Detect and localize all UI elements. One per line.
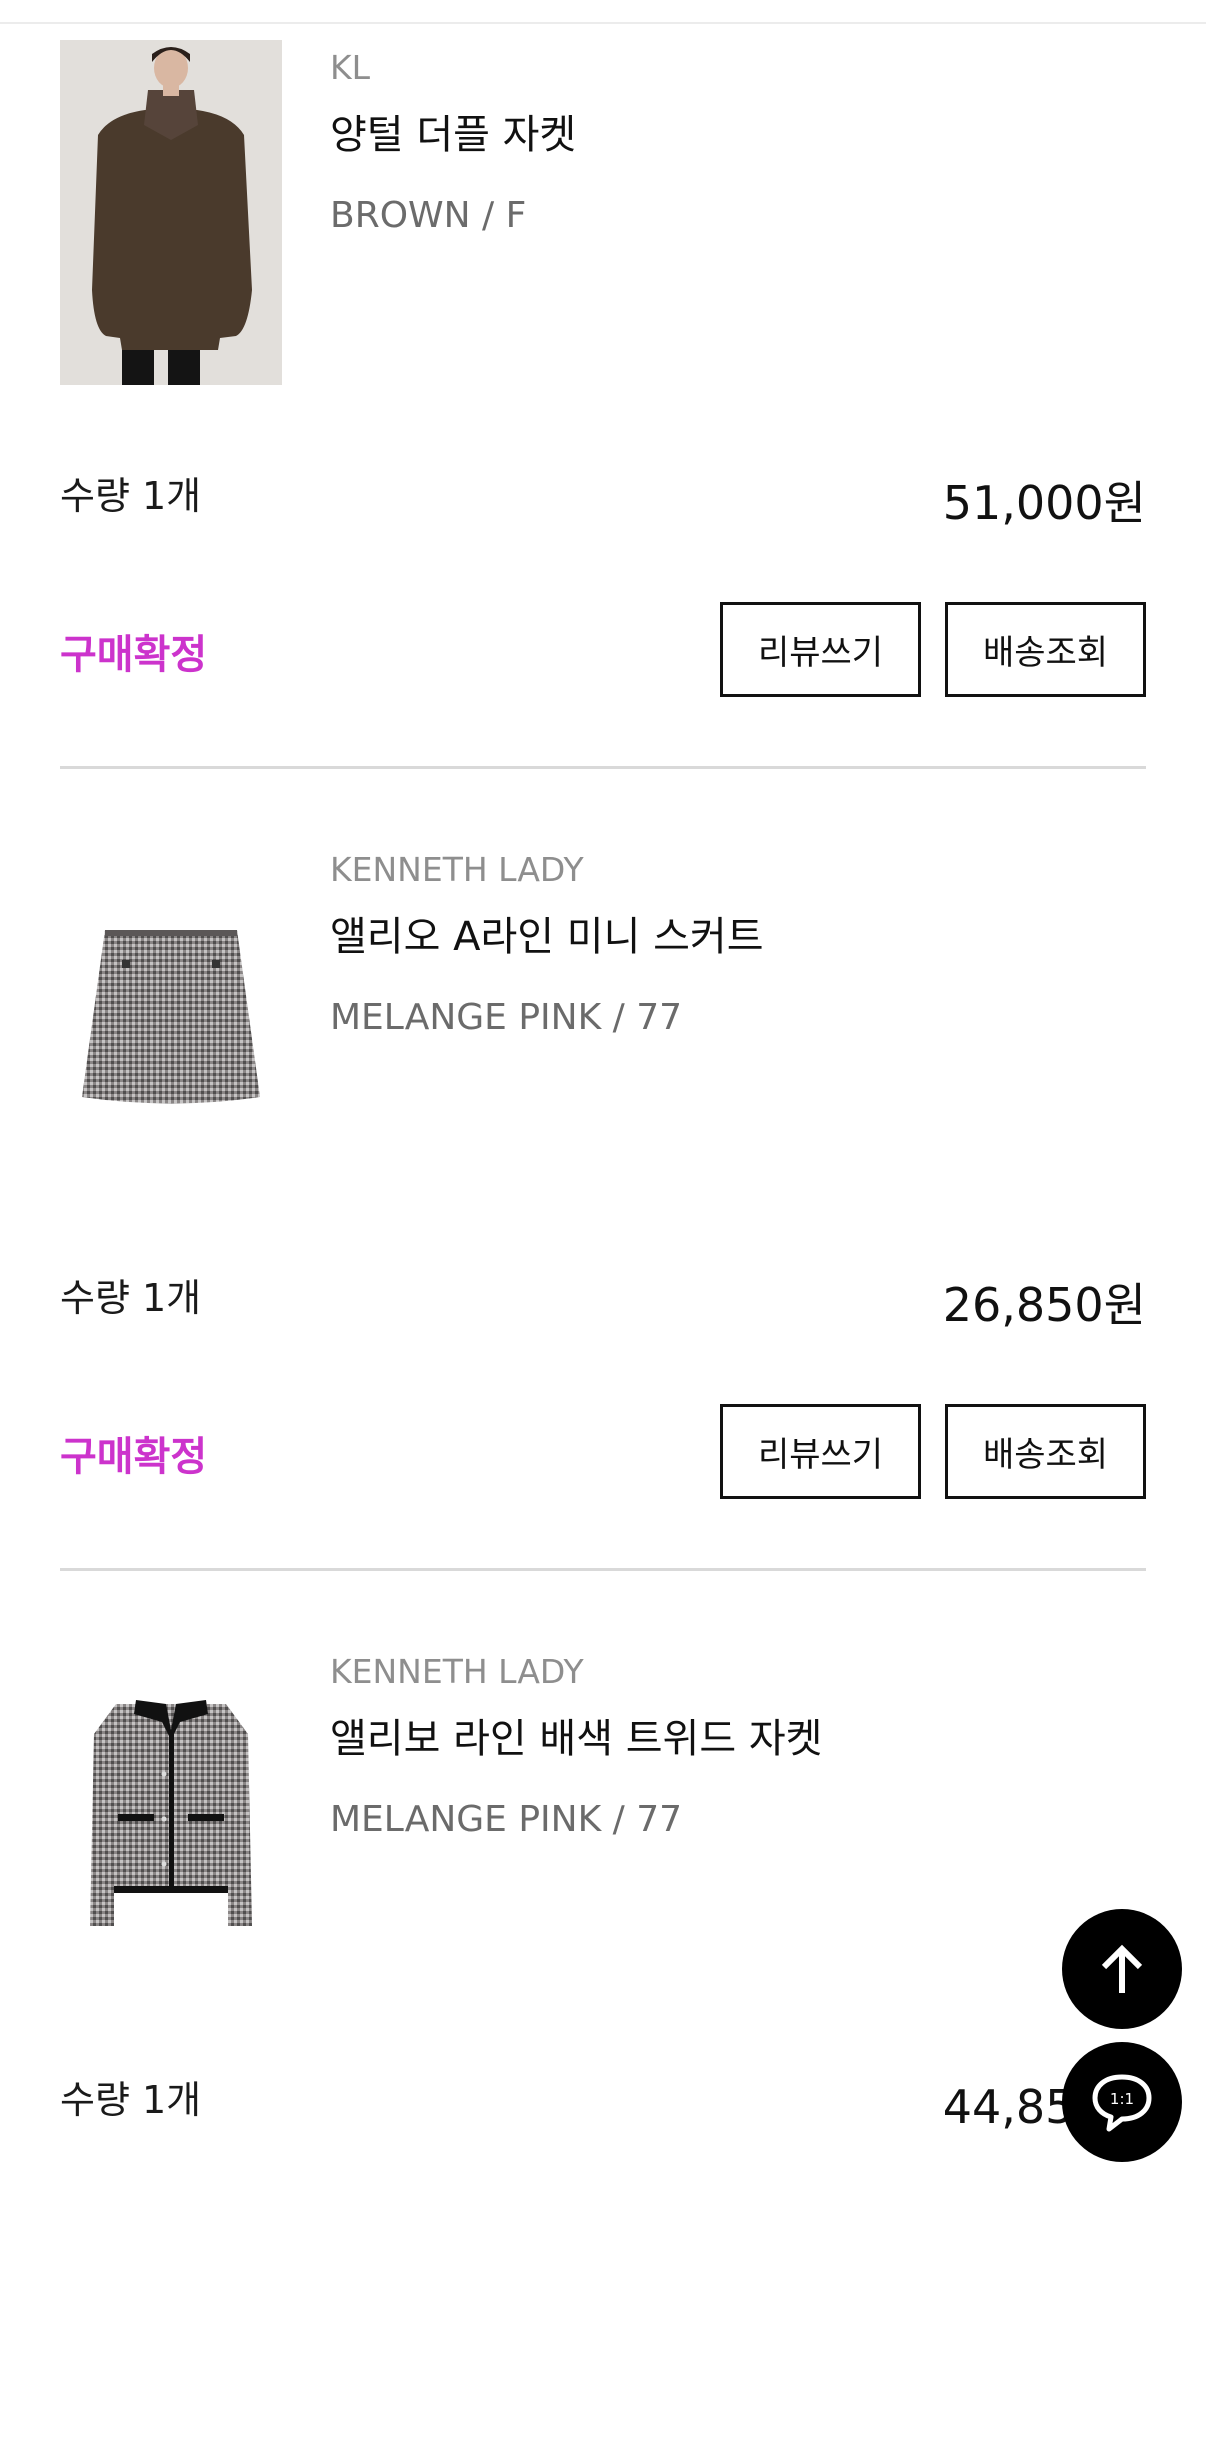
track-shipment-button[interactable]: 배송조회 xyxy=(945,1404,1146,1499)
product-option: MELANGE PINK / 77 xyxy=(330,1799,683,1840)
brand-label: KENNETH LADY xyxy=(330,850,584,889)
product-option: BROWN / F xyxy=(330,195,527,236)
status-label: 구매확정 xyxy=(60,1434,208,1480)
product-image-mini-skirt[interactable] xyxy=(60,842,282,1187)
chat-bubble-icon: 1:1 xyxy=(1092,2074,1152,2132)
track-shipment-button[interactable]: 배송조회 xyxy=(945,602,1146,697)
item-divider xyxy=(60,766,1146,769)
arrow-up-icon xyxy=(1101,1944,1143,1993)
product-image-tweed-jacket[interactable] xyxy=(60,1644,282,1989)
price-label: 26,850원 xyxy=(942,1278,1146,1332)
quantity-label: 수량 1개 xyxy=(60,2078,202,2122)
write-review-button[interactable]: 리뷰쓰기 xyxy=(720,602,921,697)
product-name[interactable]: 앨리보 라인 배색 트위드 자켓 xyxy=(330,1706,822,1764)
write-review-button[interactable]: 리뷰쓰기 xyxy=(720,1404,921,1499)
item-divider xyxy=(60,1568,1146,1571)
product-name[interactable]: 앨리오 A라인 미니 스커트 xyxy=(330,904,764,962)
quantity-label: 수량 1개 xyxy=(60,474,202,518)
quantity-label: 수량 1개 xyxy=(60,1276,202,1320)
brand-label: KL xyxy=(330,48,371,87)
scroll-to-top-button[interactable] xyxy=(1062,1909,1182,2029)
product-image-fur-jacket[interactable] xyxy=(60,40,282,385)
status-label: 구매확정 xyxy=(60,632,208,678)
product-name[interactable]: 양털 더플 자켓 xyxy=(330,102,576,160)
order-item: KENNETH LADY 앨리보 라인 배색 트위드 자켓 MELANGE PI… xyxy=(0,1644,1206,2444)
order-item: KENNETH LADY 앨리오 A라인 미니 스커트 MELANGE PINK… xyxy=(0,842,1206,1642)
price-label: 51,000원 xyxy=(942,476,1146,530)
top-divider xyxy=(0,22,1206,24)
chat-support-button[interactable]: 1:1 xyxy=(1062,2042,1182,2162)
chat-label: 1:1 xyxy=(1110,2090,1134,2108)
order-item: KL 양털 더플 자켓 BROWN / F 수량 1개 51,000원 구매확정… xyxy=(0,40,1206,840)
brand-label: KENNETH LADY xyxy=(330,1652,584,1691)
product-option: MELANGE PINK / 77 xyxy=(330,997,683,1038)
